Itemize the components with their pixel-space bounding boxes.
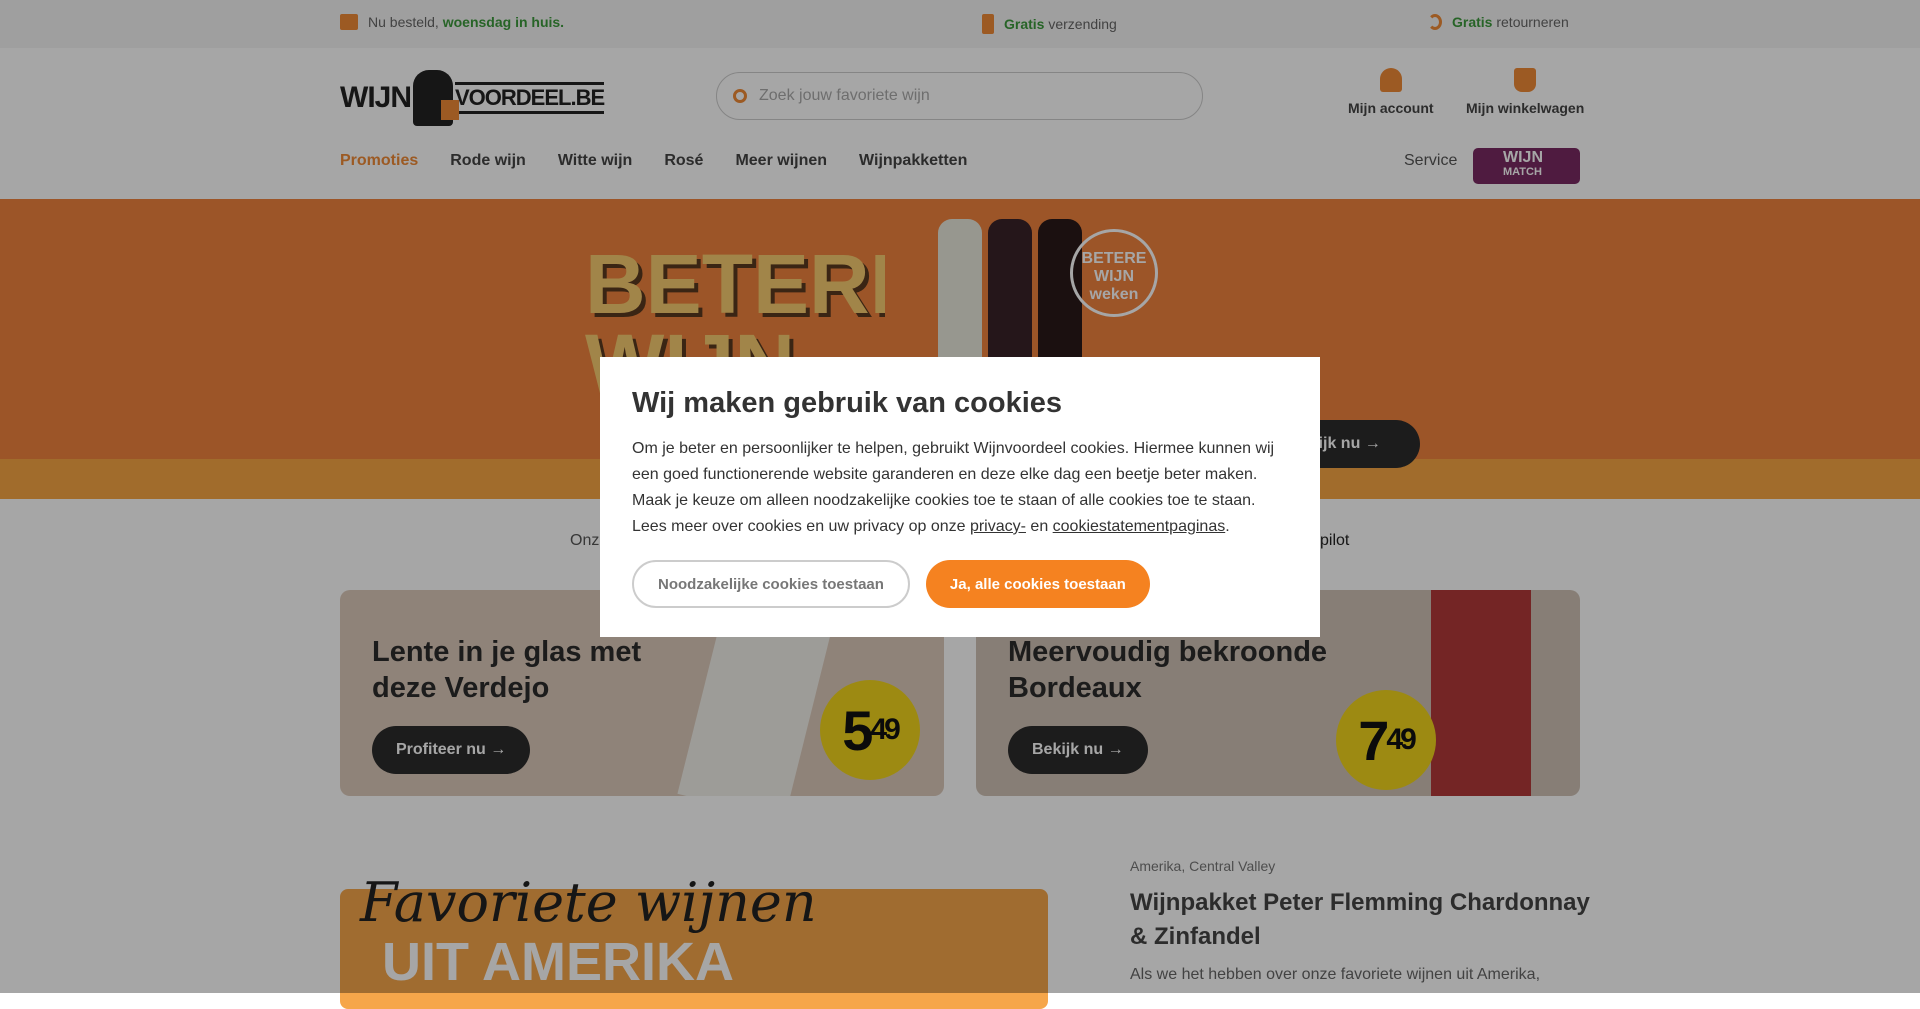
cookie-more-text: Lees meer over cookies en uw privacy op …	[632, 518, 970, 535]
necessary-cookies-button[interactable]: Noodzakelijke cookies toestaan	[632, 560, 910, 608]
cookie-title: Wij maken gebruik van cookies	[632, 387, 1063, 419]
cookie-more: Lees meer over cookies en uw privacy op …	[632, 514, 1288, 540]
cookie-more-text: en	[1025, 518, 1053, 535]
cookie-more-text: .	[1225, 518, 1230, 535]
cookie-buttons: Noodzakelijke cookies toestaan Ja, alle …	[632, 560, 1288, 608]
cookie-statement-link[interactable]: cookiestatementpaginas	[1053, 518, 1226, 535]
cookie-dialog: Wij maken gebruik van cookies Om je bete…	[600, 357, 1320, 637]
accept-all-cookies-button[interactable]: Ja, alle cookies toestaan	[925, 560, 1150, 608]
cookie-body: Om je beter en persoonlijker te helpen, …	[632, 440, 1275, 509]
privacy-link[interactable]: privacy-	[970, 518, 1026, 535]
